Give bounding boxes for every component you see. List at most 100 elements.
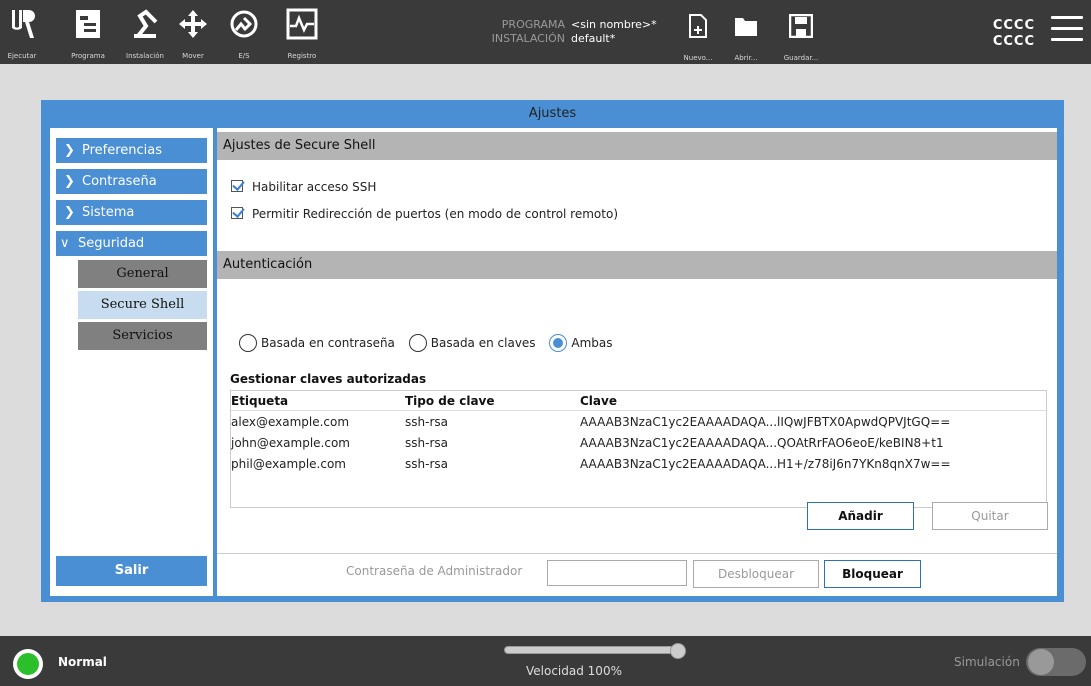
enable-ssh-checkbox[interactable] — [231, 180, 243, 192]
robot-status-icon[interactable] — [13, 649, 43, 679]
table-cell[interactable]: john@example.com — [231, 436, 350, 450]
settings-content: Ajustes de Secure Shell Habilitar acceso… — [217, 128, 1057, 596]
save-icon — [789, 14, 813, 38]
nav-label: E/S — [238, 52, 250, 60]
ur-logo-icon — [12, 10, 35, 38]
chevron-right-icon: ❯ — [64, 143, 75, 158]
port-forward-checkbox[interactable] — [231, 207, 243, 219]
new-label: Nuevo... — [683, 54, 713, 62]
sidebar-subitem-secure-shell[interactable]: Secure Shell — [78, 291, 207, 319]
nav-registro-button[interactable]: Registro — [282, 0, 322, 64]
column-header[interactable]: Etiqueta — [231, 394, 288, 408]
ssh-section-header: Ajustes de Secure Shell — [217, 132, 1057, 160]
program-label: PROGRAMA — [501, 18, 565, 31]
authorized-keys-table[interactable]: Etiqueta Tipo de clave Clave alex@exampl… — [230, 390, 1047, 508]
auth-both-label: Ambas — [571, 336, 613, 350]
user-line-1: CCCC — [992, 18, 1035, 33]
settings-dialog: Ajustes ❯ Preferencias ❯ Contraseña ❯ Si… — [41, 100, 1064, 602]
table-cell[interactable]: ssh-rsa — [405, 457, 448, 471]
auth-mode-group: Basada en contraseña Basada en claves Am… — [239, 333, 623, 353]
auth-both-option[interactable]: Ambas — [549, 333, 613, 353]
auth-keys-label: Basada en claves — [430, 336, 536, 350]
chevron-right-icon: ❯ — [64, 174, 75, 189]
admin-password-label: Contraseña de Administrador — [346, 564, 523, 578]
nav-programa-button[interactable]: Programa — [66, 0, 110, 64]
program-name: <sin nombre>* — [571, 18, 657, 31]
status-footer: Normal Velocidad 100% Simulación — [0, 636, 1091, 686]
sidebar-item-label: Seguridad — [78, 236, 145, 251]
table-cell[interactable]: phil@example.com — [231, 457, 346, 471]
nav-label: Instalación — [126, 52, 164, 60]
nav-label: Ejecutar — [7, 52, 37, 60]
simulation-label: Simulación — [954, 655, 1020, 669]
radio-password[interactable] — [239, 334, 257, 352]
auth-keys-option[interactable]: Basada en claves — [408, 333, 536, 353]
admin-password-input[interactable] — [547, 560, 687, 586]
auth-section-header: Autenticación — [217, 251, 1057, 279]
sidebar-item-label: Preferencias — [82, 143, 163, 158]
unlock-button[interactable]: Desbloquear — [693, 560, 819, 588]
table-cell[interactable]: AAAAB3NzaC1yc2EAAAADAQA...H1+/z78iJ6n7YK… — [580, 457, 951, 471]
port-forward-row[interactable]: Permitir Redirección de puertos (en modo… — [231, 205, 618, 223]
table-cell[interactable]: alex@example.com — [231, 415, 349, 429]
open-label: Abrir... — [734, 54, 758, 62]
save-label: Guardar... — [783, 54, 819, 62]
sidebar-subitem-general[interactable]: General — [78, 260, 207, 288]
program-icon — [76, 10, 100, 38]
auth-password-label: Basada en contraseña — [261, 336, 395, 350]
remove-key-button[interactable]: Quitar — [932, 502, 1048, 530]
auth-password-option[interactable]: Basada en contraseña — [239, 333, 395, 353]
open-program-button[interactable]: Abrir... — [722, 14, 770, 62]
nav-es-button[interactable]: E/S — [224, 0, 264, 64]
radio-keys[interactable] — [408, 334, 427, 352]
speed-label: Velocidad 100% — [526, 664, 622, 678]
nav-label: Mover — [182, 52, 204, 60]
enable-ssh-row[interactable]: Habilitar acceso SSH — [231, 178, 376, 196]
chevron-right-icon: ❯ — [64, 205, 75, 220]
robot-status-text: Normal — [58, 655, 107, 669]
chevron-down-icon: ∨ — [60, 236, 70, 251]
sidebar-item-contrasena[interactable]: ❯ Contraseña — [56, 169, 207, 194]
nav-instalacion-button[interactable]: Instalación — [120, 0, 170, 64]
exit-button[interactable]: Salir — [56, 556, 207, 586]
sidebar-item-preferencias[interactable]: ❯ Preferencias — [56, 138, 207, 163]
speed-slider-track[interactable] — [504, 646, 684, 654]
port-forward-label: Permitir Redirección de puertos (en modo… — [252, 207, 618, 221]
sidebar-item-seguridad[interactable]: ∨ Seguridad — [56, 231, 207, 256]
nav-ejecutar-button[interactable]: Ejecutar — [2, 0, 42, 64]
new-program-button[interactable]: Nuevo... — [674, 14, 722, 62]
top-toolbar: Ejecutar Programa Instalación Mover E/S … — [0, 0, 1091, 64]
simulation-toggle[interactable] — [1026, 648, 1086, 676]
table-cell[interactable]: AAAAB3NzaC1yc2EAAAADAQA...lIQwJFBTX0Apwd… — [580, 415, 950, 429]
move-icon — [179, 10, 207, 38]
settings-sidebar: ❯ Preferencias ❯ Contraseña ❯ Sistema ∨ … — [50, 128, 213, 596]
sidebar-item-label: Contraseña — [82, 174, 157, 189]
dialog-title: Ajustes — [528, 106, 577, 121]
table-cell[interactable]: AAAAB3NzaC1yc2EAAAADAQA...QOAtRrFAO6eoE/… — [580, 436, 944, 450]
table-header-divider — [231, 410, 1046, 411]
nav-mover-button[interactable]: Mover — [176, 0, 210, 64]
installation-icon — [134, 9, 158, 38]
divider — [217, 553, 1057, 554]
log-icon — [286, 8, 318, 40]
folder-icon — [735, 18, 757, 36]
add-key-button[interactable]: Añadir — [807, 502, 914, 530]
new-file-icon — [689, 14, 707, 38]
sidebar-item-label: Sistema — [82, 205, 135, 220]
radio-both[interactable] — [549, 334, 568, 352]
sidebar-item-sistema[interactable]: ❯ Sistema — [56, 200, 207, 225]
table-cell[interactable]: ssh-rsa — [405, 415, 448, 429]
column-header[interactable]: Tipo de clave — [405, 394, 495, 408]
table-cell[interactable]: ssh-rsa — [405, 436, 448, 450]
nav-label: Programa — [71, 52, 105, 60]
user-line-2: CCCC — [992, 34, 1035, 49]
speed-slider-handle[interactable] — [670, 643, 686, 659]
io-icon — [230, 10, 258, 38]
installation-label: INSTALACIÓN — [491, 32, 565, 45]
hamburger-menu-icon[interactable] — [1051, 16, 1083, 44]
nav-label: Registro — [287, 52, 317, 60]
save-program-button[interactable]: Guardar... — [777, 14, 825, 62]
column-header[interactable]: Clave — [580, 394, 617, 408]
sidebar-subitem-servicios[interactable]: Servicios — [78, 322, 207, 350]
lock-button[interactable]: Bloquear — [824, 560, 921, 588]
